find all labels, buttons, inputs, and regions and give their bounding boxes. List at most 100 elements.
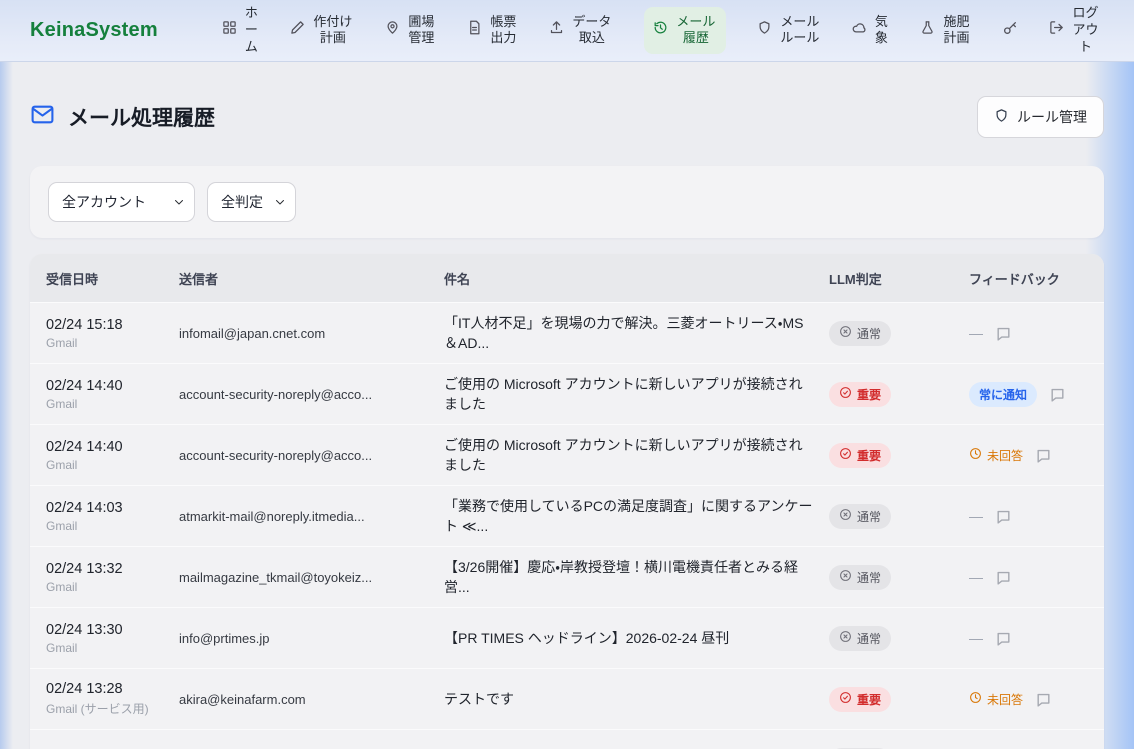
pencil-icon: [290, 20, 305, 40]
nav-item-logout[interactable]: ログアウト: [1049, 5, 1100, 56]
document-icon: [467, 20, 482, 40]
table-row[interactable]: 02/24 13:32Gmail mailmagazine_tkmail@toy…: [30, 546, 1104, 607]
comment-bubble-icon[interactable]: [995, 569, 1012, 586]
page-title: メール処理履歴: [68, 102, 215, 132]
flask-icon: [920, 20, 935, 40]
received-datetime: 02/24 13:30: [46, 622, 179, 638]
clock-icon: [969, 691, 982, 707]
judgement-filter-select[interactable]: 全判定: [207, 182, 296, 222]
brand-logo: KeinaSystem: [30, 19, 158, 42]
table-row[interactable]: 02/24 13:30Gmail info@prtimes.jp 【PR TIM…: [30, 607, 1104, 668]
circle-x-icon: [839, 569, 852, 585]
col-header-datetime: 受信日時: [30, 269, 179, 288]
feedback-value: —: [969, 508, 983, 524]
received-datetime: 02/24 15:18: [46, 317, 179, 333]
comment-bubble-icon[interactable]: [995, 325, 1012, 342]
circle-x-icon: [839, 325, 852, 341]
circle-x-icon: [839, 630, 852, 646]
subject: 【3/26開催】慶応・岸教授登壇！横川電機責任者とみる経営...: [444, 557, 829, 597]
nav-item-weather[interactable]: 気象: [852, 14, 889, 48]
history-icon: [653, 20, 668, 40]
received-datetime: 02/24 14:03: [46, 500, 179, 516]
subject: ご使用の Microsoft アカウントに新しいアプリが接続されました: [444, 374, 829, 414]
comment-bubble-icon[interactable]: [1035, 447, 1052, 464]
nav-item-label: 帳票出力: [489, 14, 518, 48]
key-icon: [1002, 20, 1018, 41]
sender: atmarkit-mail@noreply.itmedia...: [179, 509, 444, 524]
nav-item-planting-plan[interactable]: 作付け計画: [290, 14, 354, 48]
nav-item-mail-rules[interactable]: メールルール: [757, 14, 821, 48]
mail-history-table: 受信日時 送信者 件名 LLM判定 フィードバック 02/24 15:18Gma…: [30, 254, 1104, 749]
feedback-status: 未回答: [969, 691, 1023, 708]
judgement-badge: 通常: [829, 321, 891, 346]
table-row[interactable]: 02/24 13:28 Gmail (サービス用) akira@keinafarm…: [30, 668, 1104, 729]
judgement-badge: 重要: [829, 382, 891, 407]
shield-icon: [994, 108, 1009, 126]
shield-icon: [757, 20, 772, 40]
nav-item-field-management[interactable]: 圃場管理: [385, 14, 436, 48]
feedback-value: —: [969, 569, 983, 585]
nav-item-home[interactable]: ホーム: [222, 5, 259, 56]
nav-item-data-import[interactable]: データ取込: [549, 14, 613, 48]
received-datetime: 02/24 13:28: [46, 681, 179, 697]
feedback-badge: 常に通知: [969, 382, 1037, 407]
circle-check-icon: [839, 447, 852, 463]
main-content: メール処理履歴 ルール管理 全アカウント 全判定 受信日時 送信者 件名 LLM…: [0, 96, 1134, 749]
feedback-status: 未回答: [969, 447, 1023, 464]
table-row[interactable]: 02/24 14:03Gmail atmarkit-mail@noreply.i…: [30, 485, 1104, 546]
circle-check-icon: [839, 691, 852, 707]
circle-x-icon: [839, 508, 852, 524]
table-row[interactable]: 02/24 12:10 digital@kochinews.jp 四万十福祉専門…: [30, 729, 1104, 749]
nav-item-label: データ取込: [571, 14, 613, 48]
judgement-badge: 通常: [829, 626, 891, 651]
mail-icon: [30, 102, 55, 132]
nav-item-label: 施肥計画: [942, 14, 971, 48]
judgement-badge: 通常: [829, 565, 891, 590]
account-label: Gmail: [46, 641, 179, 655]
comment-bubble-icon[interactable]: [1035, 691, 1052, 708]
subject: テストです: [444, 689, 829, 709]
nav-item-label: 圃場管理: [407, 14, 436, 48]
sender: mailmagazine_tkmail@toyokeiz...: [179, 570, 444, 585]
password-key-button[interactable]: [1002, 20, 1018, 41]
account-label: Gmail: [46, 397, 179, 411]
nav-item-label: メール履歴: [675, 14, 717, 48]
dashboard-icon: [222, 20, 237, 40]
col-header-llm-judgement: LLM判定: [829, 269, 969, 288]
table-row[interactable]: 02/24 14:40Gmail account-security-norepl…: [30, 424, 1104, 485]
top-navigation: KeinaSystem ホーム 作付け計画 圃場管理 帳票出力 データ取込 メー…: [0, 0, 1134, 62]
feedback-value: —: [969, 325, 983, 341]
account-filter-select[interactable]: 全アカウント: [48, 182, 195, 222]
nav-item-label: ログアウト: [1071, 5, 1100, 56]
subject: 「業務で使用しているPCの満足度調査」に関するアンケート ≪...: [444, 496, 829, 536]
sender: akira@keinafarm.com: [179, 692, 444, 707]
logout-icon: [1049, 20, 1064, 40]
received-datetime: 02/24 13:32: [46, 561, 179, 577]
account-label: Gmail (サービス用): [46, 700, 179, 717]
comment-bubble-icon[interactable]: [995, 630, 1012, 647]
filter-bar: 全アカウント 全判定: [30, 166, 1104, 238]
comment-bubble-icon[interactable]: [995, 508, 1012, 525]
comment-bubble-icon[interactable]: [1049, 386, 1066, 403]
nav-item-label: 作付け計画: [312, 14, 354, 48]
upload-icon: [549, 20, 564, 40]
subject: 【PR TIMES ヘッドライン】2026-02-24 昼刊: [444, 628, 829, 648]
table-row[interactable]: 02/24 14:40Gmail account-security-norepl…: [30, 363, 1104, 424]
judgement-badge: 重要: [829, 443, 891, 468]
judgement-badge: 通常: [829, 504, 891, 529]
account-label: Gmail: [46, 336, 179, 350]
judgement-badge: 重要: [829, 687, 891, 712]
table-row[interactable]: 02/24 15:18 Gmail infomail@japan.cnet.com…: [30, 302, 1104, 363]
nav-item-mail-history[interactable]: メール履歴: [644, 7, 726, 55]
sender: infomail@japan.cnet.com: [179, 326, 444, 341]
col-header-subject: 件名: [444, 269, 829, 288]
nav-item-label: 気象: [874, 14, 889, 48]
main-nav: ホーム 作付け計画 圃場管理 帳票出力 データ取込 メール履歴 メールルール: [222, 5, 1100, 56]
rule-management-button[interactable]: ルール管理: [977, 96, 1104, 138]
nav-item-report-output[interactable]: 帳票出力: [467, 14, 518, 48]
received-datetime: 02/24 14:40: [46, 439, 179, 455]
col-header-feedback: フィードバック: [969, 269, 1104, 288]
sender: account-security-noreply@acco...: [179, 448, 444, 463]
nav-item-fertilizer-plan[interactable]: 施肥計画: [920, 14, 971, 48]
clock-icon: [969, 447, 982, 463]
